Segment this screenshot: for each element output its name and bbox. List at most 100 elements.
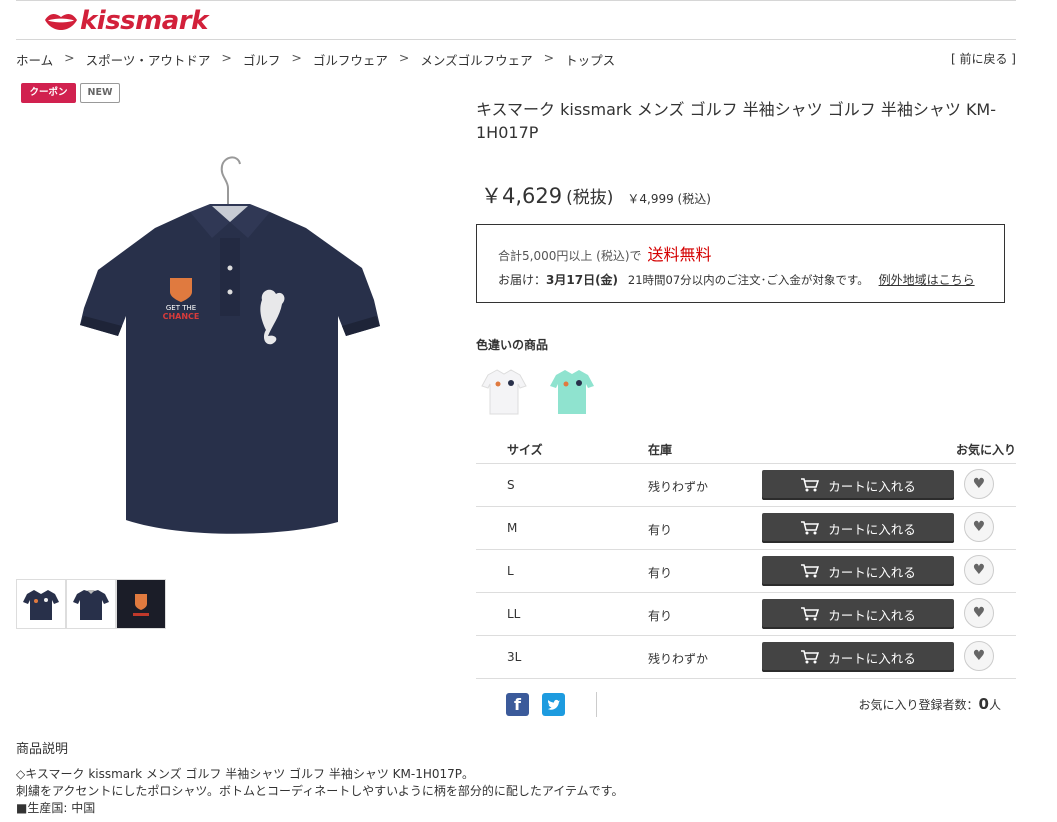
header-favorite: お気に入り xyxy=(955,443,1016,457)
favorite-button[interactable]: ♥ xyxy=(964,469,994,499)
thumbnail-strip xyxy=(16,579,166,629)
add-to-cart-label: カートに入れる xyxy=(828,650,916,666)
twitter-icon[interactable] xyxy=(542,693,565,716)
breadcrumb-separator: > xyxy=(221,50,232,65)
cart-icon xyxy=(801,521,820,535)
cart-icon xyxy=(801,564,820,578)
size-cell: S xyxy=(507,478,515,492)
breadcrumb-item-golf[interactable]: ゴルフ xyxy=(243,50,281,69)
price-tax-label: (税抜) xyxy=(566,188,614,208)
free-shipping-condition: 合計5,000円以上 (税込)で xyxy=(498,249,642,263)
add-to-cart-label: カートに入れる xyxy=(828,607,916,623)
price-incl-tax: ￥4,999 (税込) xyxy=(627,192,711,206)
favorite-button[interactable]: ♥ xyxy=(964,555,994,585)
size-cell: 3L xyxy=(507,650,522,664)
stock-cell: 残りわずか xyxy=(648,652,709,666)
new-badge: NEW xyxy=(80,83,120,103)
add-to-cart-button[interactable]: カートに入れる xyxy=(762,556,954,586)
add-to-cart-button[interactable]: カートに入れる xyxy=(762,470,954,500)
heart-icon: ♥ xyxy=(972,476,986,492)
favorite-count: お気に入り登録者数：0人 xyxy=(859,695,1001,713)
table-row: M 有り カートに入れる ♥ xyxy=(476,507,1016,550)
stock-cell: 有り xyxy=(648,566,673,580)
add-to-cart-button[interactable]: カートに入れる xyxy=(762,513,954,543)
size-cell: LL xyxy=(507,607,521,621)
favorite-button[interactable]: ♥ xyxy=(964,641,994,671)
breadcrumb-separator: > xyxy=(543,50,555,65)
description-line: ◇キスマーク kissmark メンズ ゴルフ 半袖シャツ ゴルフ 半袖シャツ … xyxy=(16,767,475,781)
header-stock: 在庫 xyxy=(648,443,673,457)
thumbnail-detail[interactable] xyxy=(116,579,166,629)
table-row: L 有り カートに入れる ♥ xyxy=(476,550,1016,593)
price-block: ￥4,629 (税抜) ￥4,999 (税込) xyxy=(481,180,711,210)
heart-icon: ♥ xyxy=(972,605,986,621)
breadcrumb-separator: > xyxy=(64,50,75,65)
add-to-cart-button[interactable]: カートに入れる xyxy=(762,599,954,629)
shirt-print-chance: CHANCE xyxy=(163,312,200,321)
shipping-info-box: 合計5,000円以上 (税込)で 送料無料 お届け：3月17日(金) 21時間0… xyxy=(476,224,1005,303)
breadcrumb-item-home[interactable]: ホーム xyxy=(16,50,53,69)
cart-icon xyxy=(801,478,820,492)
coupon-badge[interactable]: クーポン xyxy=(21,83,76,103)
breadcrumb-item-mens-golfwear[interactable]: メンズゴルフウェア xyxy=(420,50,532,69)
color-variants-title: 色違いの商品 xyxy=(476,338,549,352)
back-link[interactable]: [ 前に戻る ] xyxy=(951,50,1016,67)
cart-icon xyxy=(801,650,820,664)
free-shipping-label: 送料無料 xyxy=(647,245,712,264)
top-border xyxy=(16,0,1016,1)
favorite-button[interactable]: ♥ xyxy=(964,512,994,542)
add-to-cart-button[interactable]: カートに入れる xyxy=(762,642,954,672)
favorite-count-number: 0 xyxy=(978,695,989,713)
shirt-print-get: GET THE xyxy=(166,304,196,312)
heart-icon: ♥ xyxy=(972,648,986,664)
favorite-count-label: お気に入り登録者数： xyxy=(858,698,979,712)
size-cell: M xyxy=(507,521,518,535)
table-header: サイズ 在庫 お気に入り xyxy=(476,432,1016,464)
size-cell: L xyxy=(507,564,514,578)
site-logo[interactable]: kissmark xyxy=(44,6,208,36)
favorite-button[interactable]: ♥ xyxy=(964,598,994,628)
exception-area-link[interactable]: 例外地域はこちら xyxy=(879,273,975,287)
stock-cell: 有り xyxy=(648,609,673,623)
stock-cell: 残りわずか xyxy=(648,480,709,494)
delivery-note: 21時間07分以内のご注文･ご入金が対象です。 xyxy=(627,273,869,287)
breadcrumb-item-tops[interactable]: トップス xyxy=(565,50,615,69)
variant-white[interactable] xyxy=(478,358,530,422)
breadcrumb-separator: > xyxy=(398,50,410,65)
product-title: キスマーク kissmark メンズ ゴルフ 半袖シャツ ゴルフ 半袖シャツ K… xyxy=(476,100,997,142)
delivery-date: 3月17日(金) xyxy=(546,273,619,287)
product-description: ◇キスマーク kissmark メンズ ゴルフ 半袖シャツ ゴルフ 半袖シャツ … xyxy=(16,766,916,817)
main-product-image[interactable]: GET THE CHANCE xyxy=(50,140,420,560)
description-title: 商品説明 xyxy=(16,742,69,757)
header-size: サイズ xyxy=(507,443,543,457)
delivery-prefix: お届け： xyxy=(498,273,547,287)
price-excl-tax: ￥4,629 xyxy=(481,184,563,208)
stock-cell: 有り xyxy=(648,523,673,537)
heart-icon: ♥ xyxy=(972,562,986,578)
variant-mint[interactable] xyxy=(546,358,598,422)
logo-text: kissmark xyxy=(80,6,208,36)
thumbnail-back[interactable] xyxy=(66,579,116,629)
breadcrumb-item-golfwear[interactable]: ゴルフウェア xyxy=(313,50,388,69)
description-line: ■生産国: 中国 xyxy=(16,801,96,815)
color-variants xyxy=(478,358,598,422)
lips-icon xyxy=(45,13,77,30)
free-shipping-line: 合計5,000円以上 (税込)で 送料無料 xyxy=(498,241,712,265)
facebook-icon[interactable]: f xyxy=(506,693,529,716)
table-row: LL 有り カートに入れる ♥ xyxy=(476,593,1016,636)
breadcrumb-separator: > xyxy=(291,50,302,65)
cart-icon xyxy=(801,607,820,621)
thumbnail-front[interactable] xyxy=(16,579,66,629)
heart-icon: ♥ xyxy=(972,519,986,535)
breadcrumb-item-sports[interactable]: スポーツ・アウトドア xyxy=(86,50,211,69)
social-divider xyxy=(596,692,597,717)
add-to-cart-label: カートに入れる xyxy=(828,521,916,537)
product-badges: クーポン NEW xyxy=(21,83,120,103)
add-to-cart-label: カートに入れる xyxy=(828,478,916,494)
table-row: S 残りわずか カートに入れる ♥ xyxy=(476,464,1016,507)
add-to-cart-label: カートに入れる xyxy=(828,564,916,580)
size-stock-table: サイズ 在庫 お気に入り S 残りわずか カートに入れる ♥ M 有り カートに… xyxy=(476,432,1016,679)
breadcrumb: ホーム > スポーツ・アウトドア > ゴルフ > ゴルフウェア > メンズゴルフウェア >… xyxy=(16,50,615,69)
description-line: 刺繍をアクセントにしたポロシャツ。ボトムとコーディネートしやすいように柄を部分的… xyxy=(16,784,624,798)
delivery-line: お届け：3月17日(金) 21時間07分以内のご注文･ご入金が対象です。 例外地… xyxy=(498,271,975,288)
